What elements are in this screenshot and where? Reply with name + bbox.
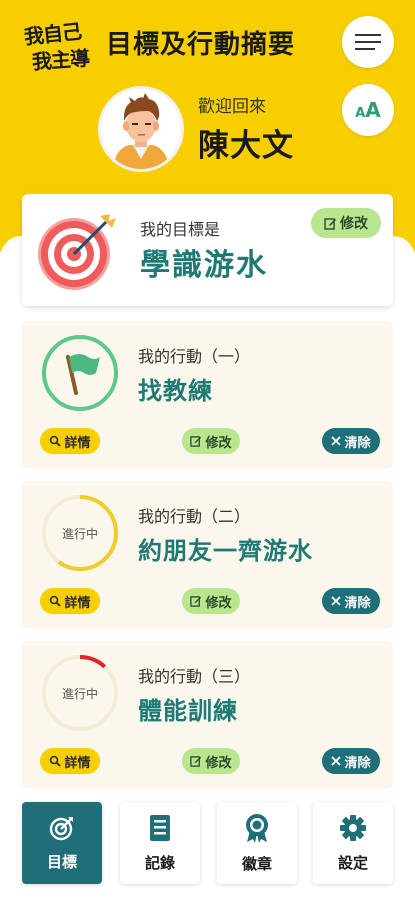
nav-settings[interactable]: 設定 [313, 802, 393, 884]
font-size-button[interactable]: A A [342, 84, 394, 136]
action-card-1: 我的行動（一） 找教練 詳情 修改 清除 [22, 321, 393, 469]
action-1-clear-label: 清除 [344, 435, 371, 451]
close-icon [331, 596, 342, 606]
search-icon [49, 755, 62, 767]
action-2-edit-button[interactable]: 修改 [182, 588, 240, 614]
edit-icon [324, 217, 337, 230]
goal-text: 學識游水 [140, 248, 268, 283]
action-3-edit-label: 修改 [205, 755, 232, 771]
action-card-3: 進行中 我的行動（三） 體能訓練 詳情 修改 清除 [22, 641, 393, 789]
menu-button[interactable] [342, 16, 394, 68]
goal-label: 我的目標是 [140, 220, 221, 239]
nav-badges[interactable]: 徽章 [217, 802, 297, 884]
action-card-2: 進行中 我的行動（二） 約朋友一齊游水 詳情 修改 清除 [22, 481, 393, 629]
page-title: 目標及行動摘要 [106, 30, 296, 60]
search-icon [49, 435, 62, 447]
action-2-detail-label: 詳情 [64, 595, 91, 611]
action-2-clear-label: 清除 [344, 595, 371, 611]
action-3-status: 進行中 [61, 686, 98, 701]
font-size-small-label: A [355, 105, 366, 121]
target-nav-icon [49, 815, 75, 841]
action-3-clear-button[interactable]: 清除 [322, 748, 380, 774]
action-1-clear-button[interactable]: 清除 [322, 428, 380, 454]
action-2-title: 約朋友一齊游水 [138, 537, 313, 565]
edit-icon [190, 435, 202, 447]
action-1-progress-ring [42, 335, 118, 411]
action-1-edit-button[interactable]: 修改 [182, 428, 240, 454]
goal-edit-label: 修改 [340, 216, 368, 232]
user-name: 陳大文 [198, 128, 294, 164]
action-3-detail-label: 詳情 [64, 755, 91, 771]
nav-settings-label: 設定 [337, 853, 368, 872]
avatar [98, 86, 184, 172]
action-2-label: 我的行動（二） [138, 507, 251, 526]
logo-line-2: 我主導 [31, 46, 90, 74]
nav-badges-label: 徽章 [241, 854, 272, 873]
target-icon [38, 214, 116, 290]
welcome-text: 歡迎回來 [198, 97, 266, 117]
nav-records[interactable]: 記錄 [120, 802, 200, 884]
action-3-edit-button[interactable]: 修改 [182, 748, 240, 774]
goal-card: 我的目標是 學識游水 修改 [22, 194, 393, 306]
notebook-icon [149, 814, 171, 842]
action-2-edit-label: 修改 [205, 595, 232, 611]
edit-icon [190, 755, 202, 767]
nav-records-label: 記錄 [144, 853, 175, 872]
action-2-status: 進行中 [61, 526, 98, 541]
search-icon [49, 595, 62, 607]
action-1-edit-label: 修改 [205, 435, 232, 451]
action-3-clear-label: 清除 [344, 755, 371, 771]
gear-icon [339, 814, 367, 842]
action-1-title: 找教練 [138, 377, 213, 405]
action-2-clear-button[interactable]: 清除 [322, 588, 380, 614]
goal-edit-button[interactable]: 修改 [311, 208, 381, 238]
action-1-detail-button[interactable]: 詳情 [40, 428, 100, 454]
font-size-big-label: A [365, 98, 381, 122]
action-2-detail-button[interactable]: 詳情 [40, 588, 100, 614]
close-icon [331, 756, 342, 766]
logo-line-1: 我自己 [22, 19, 83, 49]
action-1-detail-label: 詳情 [64, 435, 91, 451]
avatar-illustration [101, 89, 181, 169]
action-1-label: 我的行動（一） [138, 347, 251, 366]
action-3-title: 體能訓練 [138, 697, 238, 725]
close-icon [331, 436, 342, 446]
app-logo: 我自己 我主導 [20, 16, 100, 76]
nav-goals-label: 目標 [46, 852, 77, 871]
action-3-detail-button[interactable]: 詳情 [40, 748, 100, 774]
flag-icon [66, 354, 100, 395]
edit-icon [190, 595, 202, 607]
badge-icon [244, 813, 270, 843]
nav-goals[interactable]: 目標 [22, 802, 102, 884]
hamburger-icon [355, 33, 381, 51]
action-3-label: 我的行動（三） [138, 667, 251, 686]
